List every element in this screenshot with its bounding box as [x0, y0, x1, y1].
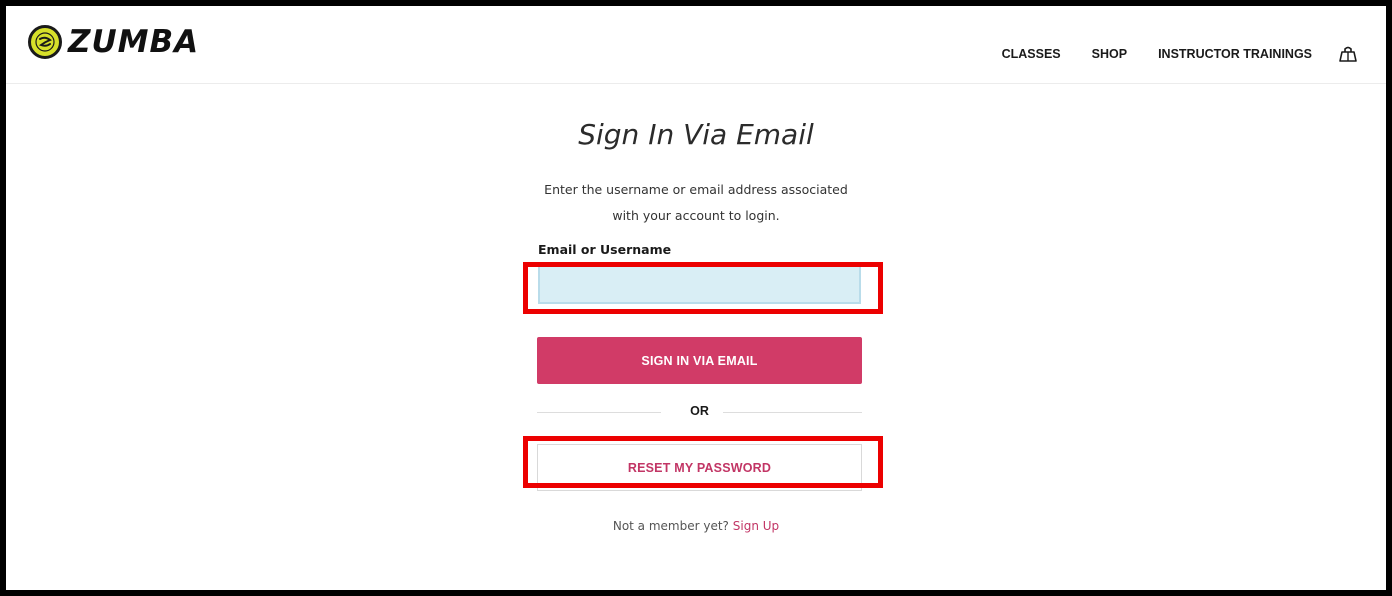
signup-prompt: Not a member yet? [612, 519, 729, 533]
signup-row: Not a member yet? Sign Up [6, 519, 1386, 533]
page-description: Enter the username or email address asso… [6, 177, 1386, 229]
sign-in-button[interactable]: SIGN IN VIA EMAIL [537, 337, 862, 384]
nav-instructor-trainings[interactable]: INSTRUCTOR TRAININGS [1158, 47, 1312, 61]
logo[interactable]: ZUMBA [28, 24, 199, 60]
site-header: ZUMBA CLASSES SHOP INSTRUCTOR TRAININGS [6, 6, 1386, 84]
description-line-2: with your account to login. [612, 208, 780, 223]
or-text: OR [690, 404, 709, 418]
reset-highlight-box [523, 436, 883, 488]
shopping-bag-icon[interactable] [1338, 45, 1358, 63]
description-line-1: Enter the username or email address asso… [544, 182, 848, 197]
email-highlight-box [523, 262, 883, 314]
page-title: Sign In Via Email [578, 118, 814, 151]
divider-line-right [723, 412, 862, 413]
or-divider: OR [537, 402, 862, 422]
page-frame: ZUMBA CLASSES SHOP INSTRUCTOR TRAININGS … [0, 0, 1392, 596]
signup-link[interactable]: Sign Up [733, 519, 779, 533]
logo-text: ZUMBA [68, 24, 200, 60]
email-label: Email or Username [538, 242, 672, 257]
nav-shop[interactable]: SHOP [1092, 47, 1127, 61]
zumba-logo-icon [28, 25, 62, 59]
nav-classes[interactable]: CLASSES [1002, 47, 1061, 61]
main-nav: CLASSES SHOP INSTRUCTOR TRAININGS [971, 45, 1358, 63]
